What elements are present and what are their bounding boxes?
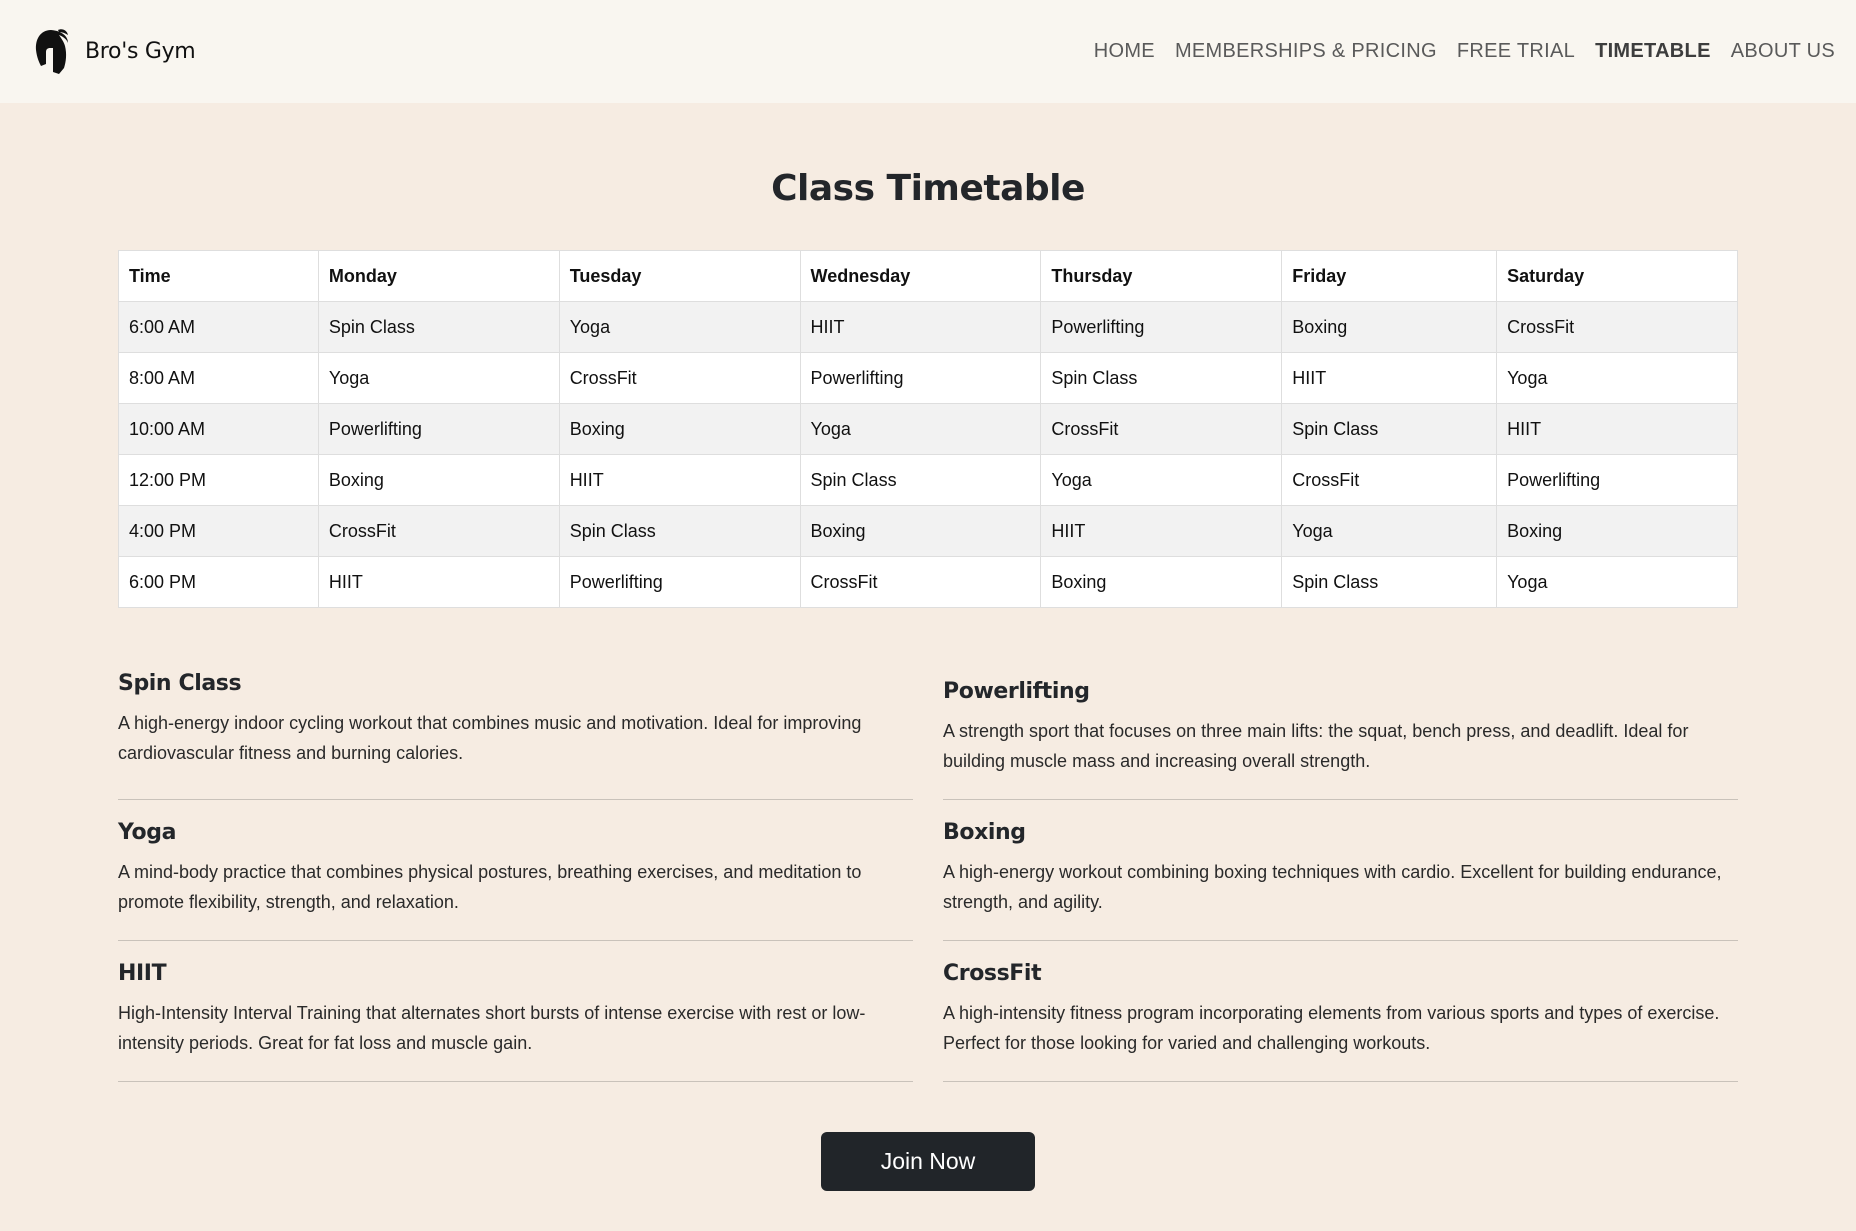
class-cell: Boxing bbox=[558, 403, 801, 455]
column-header: Time bbox=[118, 250, 319, 302]
brand[interactable]: Bro's Gym bbox=[31, 28, 196, 76]
class-cell: HIIT bbox=[1496, 403, 1738, 455]
class-card-powerlifting: Powerlifting A strength sport that focus… bbox=[943, 659, 1738, 800]
class-cell: CrossFit bbox=[799, 556, 1042, 608]
class-cell: Boxing bbox=[1281, 301, 1498, 353]
class-cell: Powerlifting bbox=[799, 352, 1042, 404]
class-cell: Boxing bbox=[317, 454, 560, 506]
timetable: Time Monday Tuesday Wednesday Thursday F… bbox=[118, 250, 1738, 608]
class-cell: Yoga bbox=[1040, 454, 1283, 506]
cta-container: Join Now bbox=[118, 1132, 1738, 1191]
main-nav: HOME MEMBERSHIPS & PRICING FREE TRIAL TI… bbox=[1094, 40, 1835, 63]
class-description: A high-energy indoor cycling workout tha… bbox=[118, 713, 862, 763]
page-title: Class Timetable bbox=[771, 168, 1085, 209]
table-row: 10:00 AM Powerlifting Boxing Yoga CrossF… bbox=[118, 403, 1738, 455]
class-cell: HIIT bbox=[799, 301, 1042, 353]
time-cell: 6:00 PM bbox=[118, 556, 319, 608]
class-title: Boxing bbox=[943, 820, 1026, 845]
class-card-hiit: HIIT High-Intensity Interval Training th… bbox=[118, 941, 913, 1082]
table-row: 12:00 PM Boxing HIIT Spin Class Yoga Cro… bbox=[118, 454, 1738, 506]
time-cell: 8:00 AM bbox=[118, 352, 319, 404]
class-cell: Spin Class bbox=[317, 301, 560, 353]
class-cell: Yoga bbox=[558, 301, 801, 353]
class-cell: CrossFit bbox=[1496, 301, 1738, 353]
class-cell: Spin Class bbox=[1281, 556, 1498, 608]
nav-home-link[interactable]: HOME bbox=[1094, 40, 1155, 63]
class-descriptions: Spin Class A high-energy indoor cycling … bbox=[118, 659, 1738, 1082]
time-cell: 12:00 PM bbox=[118, 454, 319, 506]
navbar: Bro's Gym HOME MEMBERSHIPS & PRICING FRE… bbox=[0, 0, 1856, 103]
class-cell: HIIT bbox=[1040, 505, 1283, 557]
nav-timetable-link[interactable]: TIMETABLE bbox=[1595, 40, 1711, 63]
class-cell: Spin Class bbox=[558, 505, 801, 557]
class-cell: Spin Class bbox=[1040, 352, 1283, 404]
table-row: 6:00 AM Spin Class Yoga HIIT Powerliftin… bbox=[118, 301, 1738, 353]
class-cell: CrossFit bbox=[317, 505, 560, 557]
class-cell: Yoga bbox=[799, 403, 1042, 455]
class-cell: CrossFit bbox=[558, 352, 801, 404]
nav-about-link[interactable]: ABOUT US bbox=[1731, 40, 1835, 63]
class-cell: Boxing bbox=[1496, 505, 1738, 557]
column-header: Friday bbox=[1281, 250, 1498, 302]
class-cell: HIIT bbox=[317, 556, 560, 608]
timetable-header-row: Time Monday Tuesday Wednesday Thursday F… bbox=[118, 250, 1738, 302]
nav-memberships-link[interactable]: MEMBERSHIPS & PRICING bbox=[1175, 40, 1437, 63]
class-cell: Yoga bbox=[1496, 556, 1738, 608]
class-cell: Spin Class bbox=[1281, 403, 1498, 455]
brand-name: Bro's Gym bbox=[85, 39, 196, 64]
class-cell: Powerlifting bbox=[1040, 301, 1283, 353]
main-content: Class Timetable Time Monday Tuesday Wedn… bbox=[0, 167, 1856, 1191]
table-row: 6:00 PM HIIT Powerlifting CrossFit Boxin… bbox=[118, 556, 1738, 608]
class-title: CrossFit bbox=[943, 961, 1042, 986]
class-cell: Powerlifting bbox=[558, 556, 801, 608]
column-header: Monday bbox=[317, 250, 560, 302]
class-cell: Spin Class bbox=[799, 454, 1042, 506]
class-title: Spin Class bbox=[118, 671, 242, 696]
class-card-boxing: Boxing A high-energy workout combining b… bbox=[943, 800, 1738, 941]
table-row: 8:00 AM Yoga CrossFit Powerlifting Spin … bbox=[118, 352, 1738, 404]
nav-free-trial-link[interactable]: FREE TRIAL bbox=[1457, 40, 1575, 63]
time-cell: 4:00 PM bbox=[118, 505, 319, 557]
column-header: Saturday bbox=[1496, 250, 1738, 302]
class-cell: Yoga bbox=[1496, 352, 1738, 404]
table-row: 4:00 PM CrossFit Spin Class Boxing HIIT … bbox=[118, 505, 1738, 557]
class-description: A high-energy workout combining boxing t… bbox=[943, 862, 1722, 912]
column-header: Thursday bbox=[1040, 250, 1283, 302]
class-cell: HIIT bbox=[558, 454, 801, 506]
column-header: Tuesday bbox=[558, 250, 801, 302]
class-title: HIIT bbox=[118, 961, 167, 986]
class-description: A high-intensity fitness program incorpo… bbox=[943, 1003, 1720, 1053]
class-card-spin: Spin Class A high-energy indoor cycling … bbox=[118, 659, 913, 800]
class-description: A mind-body practice that combines physi… bbox=[118, 862, 862, 912]
class-cell: HIIT bbox=[1281, 352, 1498, 404]
class-cell: Boxing bbox=[1040, 556, 1283, 608]
class-cell: CrossFit bbox=[1040, 403, 1283, 455]
class-cell: Powerlifting bbox=[317, 403, 560, 455]
time-cell: 6:00 AM bbox=[118, 301, 319, 353]
class-description: A strength sport that focuses on three m… bbox=[943, 721, 1689, 771]
class-cell: CrossFit bbox=[1281, 454, 1498, 506]
join-now-button[interactable]: Join Now bbox=[821, 1132, 1035, 1191]
class-title: Powerlifting bbox=[943, 679, 1090, 704]
time-cell: 10:00 AM bbox=[118, 403, 319, 455]
class-cell: Powerlifting bbox=[1496, 454, 1738, 506]
class-cell: Boxing bbox=[799, 505, 1042, 557]
class-cell: Yoga bbox=[1281, 505, 1498, 557]
class-title: Yoga bbox=[118, 820, 177, 845]
class-card-crossfit: CrossFit A high-intensity fitness progra… bbox=[943, 941, 1738, 1082]
class-description: High-Intensity Interval Training that al… bbox=[118, 1003, 866, 1053]
class-cell: Yoga bbox=[317, 352, 560, 404]
column-header: Wednesday bbox=[799, 250, 1042, 302]
spartan-helmet-icon bbox=[35, 28, 68, 74]
class-card-yoga: Yoga A mind-body practice that combines … bbox=[118, 800, 913, 941]
